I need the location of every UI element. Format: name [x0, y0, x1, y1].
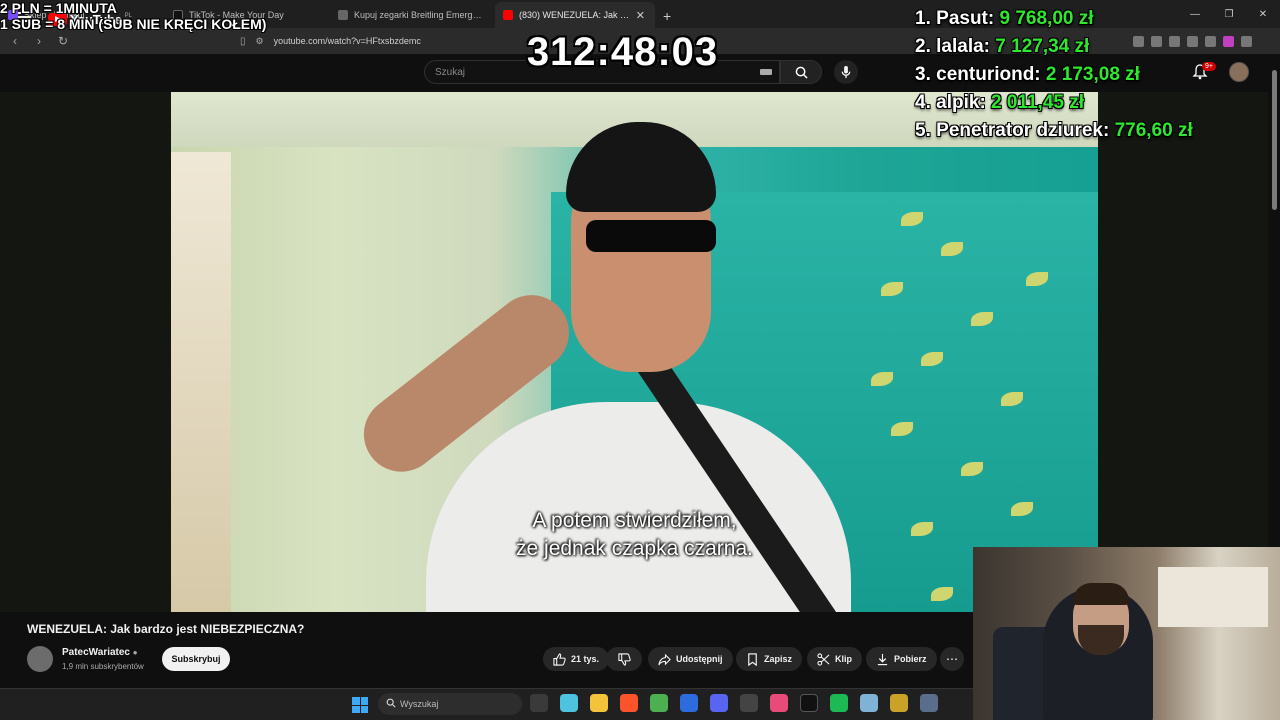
tab-label: (830) WENEZUELA: Jak bardzo [519, 10, 630, 20]
leaderboard-rank: 2. [915, 36, 931, 57]
copilot-icon[interactable] [560, 694, 578, 712]
channel-name-text: PatecWariatec [62, 647, 130, 658]
windows-start-icon[interactable] [352, 697, 368, 713]
back-icon[interactable]: ‹ [8, 34, 22, 48]
tab-label: Kupuj zegarki Breitling Emergency II [354, 10, 485, 20]
youtube-favicon-icon [503, 10, 513, 20]
like-count: 21 tys. [571, 654, 600, 664]
leaderboard-name: Pasut: [936, 8, 995, 29]
obs-icon[interactable] [740, 694, 758, 712]
video-subtitles: A potem stwierdziłem, że jednak czapka c… [171, 507, 1098, 563]
search-button[interactable] [780, 60, 822, 84]
channel-name[interactable]: PatecWariatec ● [62, 647, 138, 658]
clip-label: Klip [835, 654, 852, 664]
like-button[interactable]: 21 tys. [543, 647, 610, 671]
video-player[interactable]: A potem stwierdziłem, że jednak czapka c… [171, 92, 1098, 612]
leaderboard-row: 3. centuriond: 2 173,08 zł [915, 64, 1275, 92]
bookmark-icon [748, 652, 757, 666]
subscribe-button[interactable]: Subskrybuj [162, 647, 230, 671]
voice-search-button[interactable] [834, 60, 858, 84]
tab-close-icon[interactable]: ✕ [636, 9, 645, 22]
store-icon[interactable] [680, 694, 698, 712]
task-view-icon[interactable] [530, 694, 548, 712]
channel-avatar[interactable] [27, 646, 53, 672]
leaderboard-amount: 2 173,08 zł [1045, 64, 1140, 85]
leaderboard-amount: 9 768,00 zł [999, 8, 1094, 29]
subathon-rules: 2 PLN = 1MINUTA 1 SUB = 8 MIN (SUB NIE K… [0, 0, 320, 32]
taskbar-search-input[interactable]: Wyszukaj [378, 693, 522, 715]
microphone-icon [841, 65, 851, 78]
app-icon[interactable] [770, 694, 788, 712]
video-title: WENEZUELA: Jak bardzo jest NIEBEZPIECZNA… [27, 622, 305, 636]
leaderboard-rank: 4. [915, 92, 931, 113]
verified-icon: ● [132, 648, 138, 657]
reload-icon[interactable]: ↻ [56, 34, 70, 48]
new-tab-icon[interactable]: + [655, 8, 679, 28]
league-icon[interactable] [890, 694, 908, 712]
file-explorer-icon[interactable] [590, 694, 608, 712]
webcam-background [1158, 567, 1268, 627]
bookmark-icon[interactable]: ▯ [240, 36, 246, 47]
leaderboard-rank: 1. [915, 8, 931, 29]
subtitle-line: że jednak czapka czarna. [516, 537, 753, 560]
taskbar-search-icon [386, 698, 396, 708]
save-button[interactable]: Zapisz [736, 647, 803, 671]
webcam-overlay [973, 547, 1280, 720]
app-icon[interactable] [800, 694, 818, 712]
subtitle-line: A potem stwierdziłem, [532, 509, 737, 532]
share-label: Udostępnij [676, 654, 723, 664]
share-icon [658, 653, 671, 665]
clip-button[interactable]: Klip [807, 647, 862, 671]
subscriber-count: 1,9 mln subskrybentów [62, 662, 144, 671]
download-button[interactable]: Pobierz [866, 647, 937, 671]
donation-leaderboard: 1. Pasut: 9 768,00 zł 2. lalala: 7 127,3… [915, 8, 1275, 148]
spotify-icon[interactable] [830, 694, 848, 712]
leaderboard-row: 5. Penetrator dziurek: 776,60 zł [915, 120, 1275, 148]
rules-line: 2 PLN = 1MINUTA [0, 0, 117, 16]
subathon-timer: 312:48:03 [526, 30, 719, 74]
leaderboard-amount: 7 127,34 zł [995, 36, 1090, 57]
leaderboard-rank: 5. [915, 120, 931, 141]
leaderboard-amount: 2 011,45 zł [991, 92, 1085, 113]
video-side-area [1098, 92, 1268, 547]
download-icon [877, 653, 888, 665]
site-info-icon[interactable]: ⚙ [256, 36, 264, 47]
leaderboard-row: 2. lalala: 7 127,34 zł [915, 36, 1275, 64]
leaderboard-row: 1. Pasut: 9 768,00 zł [915, 8, 1275, 36]
scissors-icon [817, 652, 830, 666]
search-icon [795, 66, 808, 79]
thumbs-down-icon [617, 652, 631, 666]
tab-favicon-icon [338, 10, 348, 20]
browser-tab-2[interactable]: Kupuj zegarki Breitling Emergency II [330, 2, 495, 28]
download-label: Pobierz [894, 654, 927, 664]
dislike-button[interactable] [606, 647, 642, 671]
browser-tab-active[interactable]: (830) WENEZUELA: Jak bardzo ✕ [495, 2, 655, 28]
rules-line: 1 SUB = 8 MIN (SUB NIE KRĘCI KOŁEM) [0, 16, 267, 32]
leaderboard-name: centuriond: [936, 64, 1041, 85]
chrome-icon[interactable] [650, 694, 668, 712]
taskbar-apps [530, 694, 938, 712]
url-text: youtube.com/watch?v=HFtxsbzdemc [273, 36, 421, 46]
webcam-hair [1073, 583, 1129, 605]
brave-browser-icon[interactable] [620, 694, 638, 712]
leaderboard-name: alpik: [936, 92, 986, 113]
leaderboard-name: lalala: [936, 36, 991, 57]
save-label: Zapisz [764, 654, 793, 664]
discord-icon[interactable] [710, 694, 728, 712]
video-frame-sunglasses [586, 220, 716, 252]
more-options-icon[interactable]: ⋯ [940, 647, 964, 671]
settings-icon[interactable] [920, 694, 938, 712]
share-button[interactable]: Udostępnij [648, 647, 733, 671]
forward-icon[interactable]: › [32, 34, 46, 48]
screen: Sklep chomikuj TikTok - Make Your Day Ku… [0, 0, 1280, 720]
calculator-icon[interactable] [860, 694, 878, 712]
thumbs-up-icon [553, 652, 566, 666]
leaderboard-rank: 3. [915, 64, 931, 85]
video-side-area [0, 92, 171, 612]
leaderboard-amount: 776,60 zł [1114, 120, 1193, 141]
leaderboard-row: 4. alpik: 2 011,45 zł [915, 92, 1275, 120]
leaderboard-name: Penetrator dziurek: [936, 120, 1110, 141]
